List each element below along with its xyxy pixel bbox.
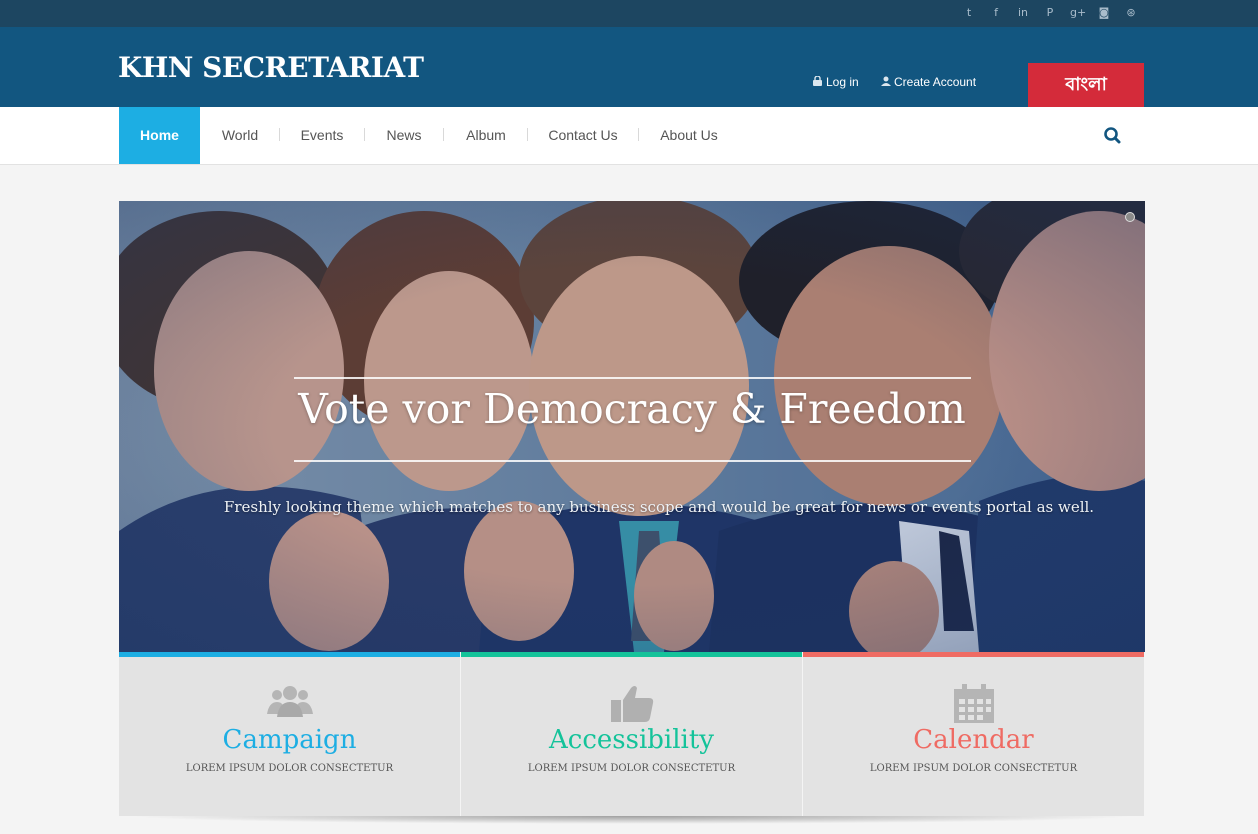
- user-icon: [881, 76, 891, 89]
- nav-separator: [527, 128, 528, 141]
- feature-campaign[interactable]: Campaign LOREM IPSUM DOLOR CONSECTETUR: [119, 652, 460, 816]
- facebook-icon[interactable]: f: [989, 5, 1003, 21]
- hero-title: Vote vor Democracy & Freedom: [298, 385, 966, 433]
- nav-item-about-us[interactable]: About Us: [652, 107, 726, 164]
- nav-item-contact-us[interactable]: Contact Us: [541, 107, 625, 164]
- nav-separator: [638, 128, 639, 141]
- feature-title: Calendar: [913, 725, 1034, 755]
- feature-subtitle: LOREM IPSUM DOLOR CONSECTETUR: [869, 763, 1078, 774]
- twitter-icon[interactable]: t: [962, 5, 976, 21]
- top-bar: t f in P g+ ◙ ⊛: [0, 0, 1258, 27]
- feature-calendar[interactable]: Calendar LOREM IPSUM DOLOR CONSECTETUR: [803, 652, 1144, 816]
- feature-accent-bar: [119, 652, 460, 657]
- slider-dot[interactable]: [1125, 212, 1135, 222]
- nav-item-album[interactable]: Album: [456, 107, 516, 164]
- nav-item-world[interactable]: World: [210, 107, 270, 164]
- dribbble-icon[interactable]: ⊛: [1124, 5, 1138, 21]
- hero-bottom-rule: [294, 460, 971, 462]
- nav-separator: [279, 128, 280, 141]
- feature-accent-bar: [461, 652, 802, 657]
- lock-icon: [813, 75, 823, 89]
- feature-title: Accessibility: [548, 725, 714, 755]
- hero-subtitle: Freshly looking theme which matches to a…: [223, 498, 1095, 516]
- nav-item-news[interactable]: News: [378, 107, 430, 164]
- language-button[interactable]: বাংলা: [1028, 63, 1144, 107]
- hero-slider[interactable]: Vote vor Democracy & Freedom Freshly loo…: [119, 201, 1145, 652]
- nav-item-events[interactable]: Events: [292, 107, 352, 164]
- nav-separator: [443, 128, 444, 141]
- linkedin-icon[interactable]: in: [1016, 5, 1030, 21]
- login-link[interactable]: Log in: [813, 75, 859, 89]
- create-account-link[interactable]: Create Account: [881, 75, 976, 89]
- feature-accent-bar: [803, 652, 1144, 657]
- feature-shadow: [126, 816, 1138, 824]
- feature-accessibility[interactable]: Accessibility LOREM IPSUM DOLOR CONSECTE…: [461, 652, 802, 816]
- login-label: Log in: [826, 75, 859, 89]
- calendar-icon: [803, 684, 1144, 724]
- thumbs-up-icon: [461, 684, 802, 724]
- feature-subtitle: LOREM IPSUM DOLOR CONSECTETUR: [185, 763, 394, 774]
- nav-separator: [364, 128, 365, 141]
- nav-item-home[interactable]: Home: [119, 107, 200, 164]
- feature-title: Campaign: [222, 725, 357, 755]
- google-plus-icon[interactable]: g+: [1070, 5, 1086, 21]
- instagram-icon[interactable]: ◙: [1097, 5, 1111, 21]
- main-nav: Home World Events News Album Contact Us …: [0, 107, 1258, 165]
- users-icon: [119, 684, 460, 724]
- hero-top-rule: [294, 377, 971, 379]
- pinterest-icon[interactable]: P: [1043, 5, 1057, 21]
- feature-subtitle: LOREM IPSUM DOLOR CONSECTETUR: [527, 763, 736, 774]
- site-header: KHN SECRETARIAT Log in Create Account বা…: [0, 27, 1258, 107]
- search-icon[interactable]: [1102, 125, 1124, 147]
- site-title[interactable]: KHN SECRETARIAT: [118, 51, 424, 84]
- create-account-label: Create Account: [894, 75, 977, 89]
